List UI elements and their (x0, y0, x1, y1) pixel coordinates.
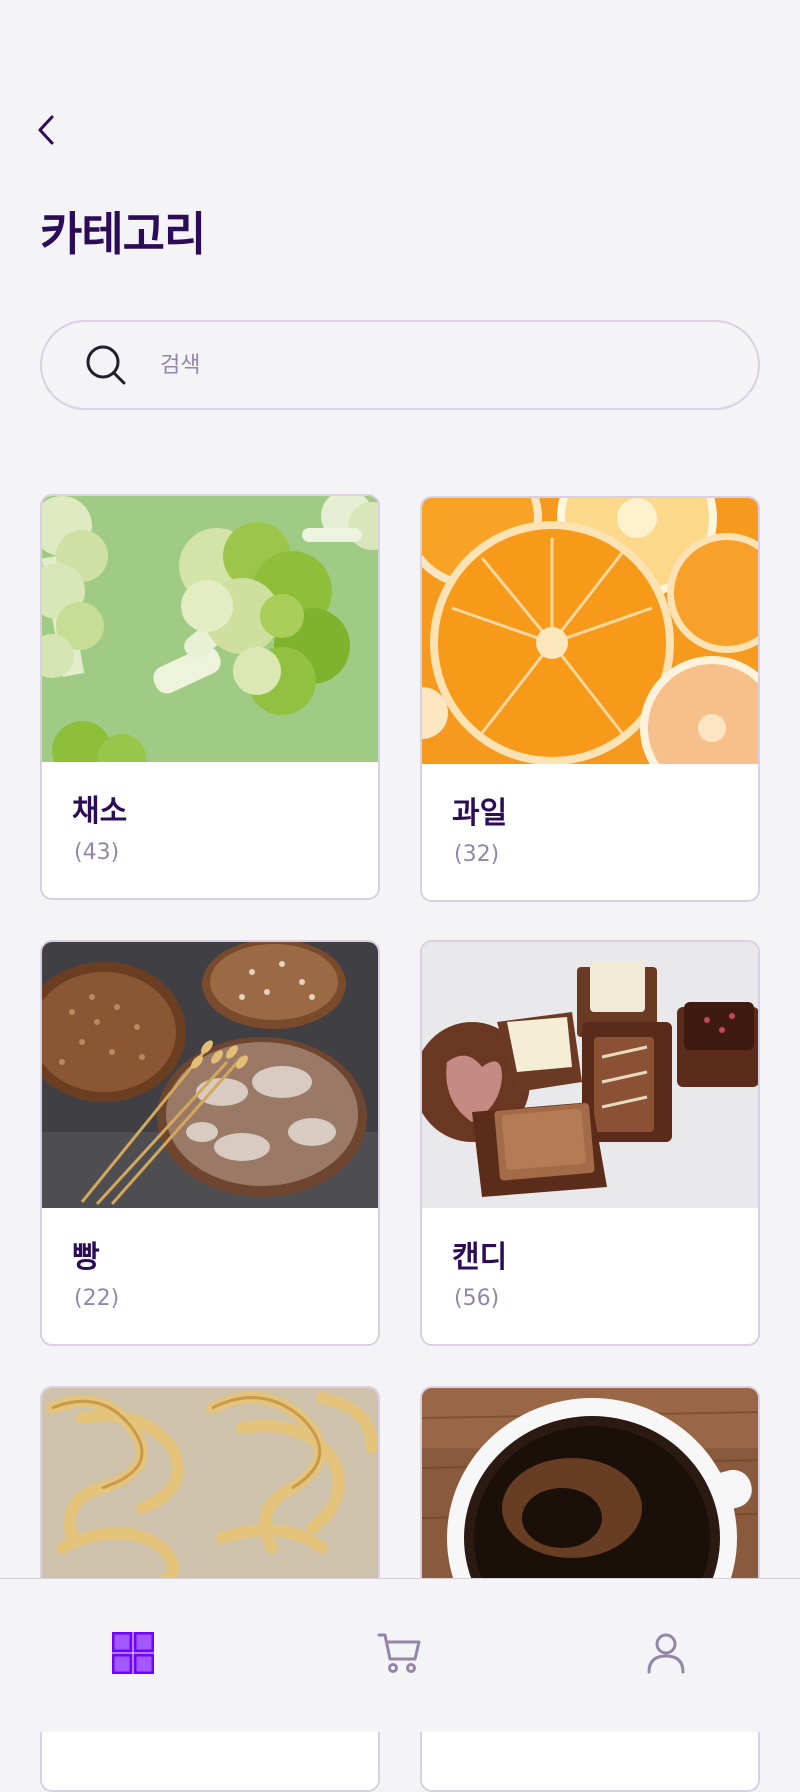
category-count: (43) (74, 840, 120, 865)
nav-cart-button[interactable] (359, 1613, 439, 1693)
category-name: 과일 (452, 796, 508, 831)
category-count: (56) (454, 1286, 500, 1311)
cart-icon (377, 1633, 421, 1673)
oranges-image (422, 498, 758, 764)
user-icon (647, 1633, 685, 1674)
category-card-vegetables[interactable]: 채소 (43) (40, 494, 380, 900)
search-bar[interactable] (40, 320, 760, 410)
bread-image (42, 942, 378, 1208)
category-name: 빵 (72, 1240, 100, 1275)
category-name: 채소 (72, 794, 128, 829)
category-count: (22) (74, 1286, 120, 1311)
category-card-candy[interactable]: 캔디 (56) (420, 940, 760, 1346)
broccoli-image (42, 496, 378, 762)
bottom-navigation (0, 1578, 800, 1732)
category-card-fruits[interactable]: 과일 (32) (420, 496, 760, 902)
search-icon (84, 343, 128, 387)
nav-categories-button[interactable] (93, 1613, 173, 1693)
search-input[interactable] (158, 351, 682, 379)
page-title: 카테고리 (40, 207, 206, 261)
category-count: (32) (454, 842, 500, 867)
chevron-left-icon (38, 115, 54, 145)
chocolates-image (422, 942, 758, 1208)
category-name: 캔디 (452, 1240, 508, 1275)
grid-icon (112, 1632, 154, 1674)
category-card-bread[interactable]: 빵 (22) (40, 940, 380, 1346)
nav-profile-button[interactable] (626, 1613, 706, 1693)
back-button[interactable] (30, 110, 62, 150)
